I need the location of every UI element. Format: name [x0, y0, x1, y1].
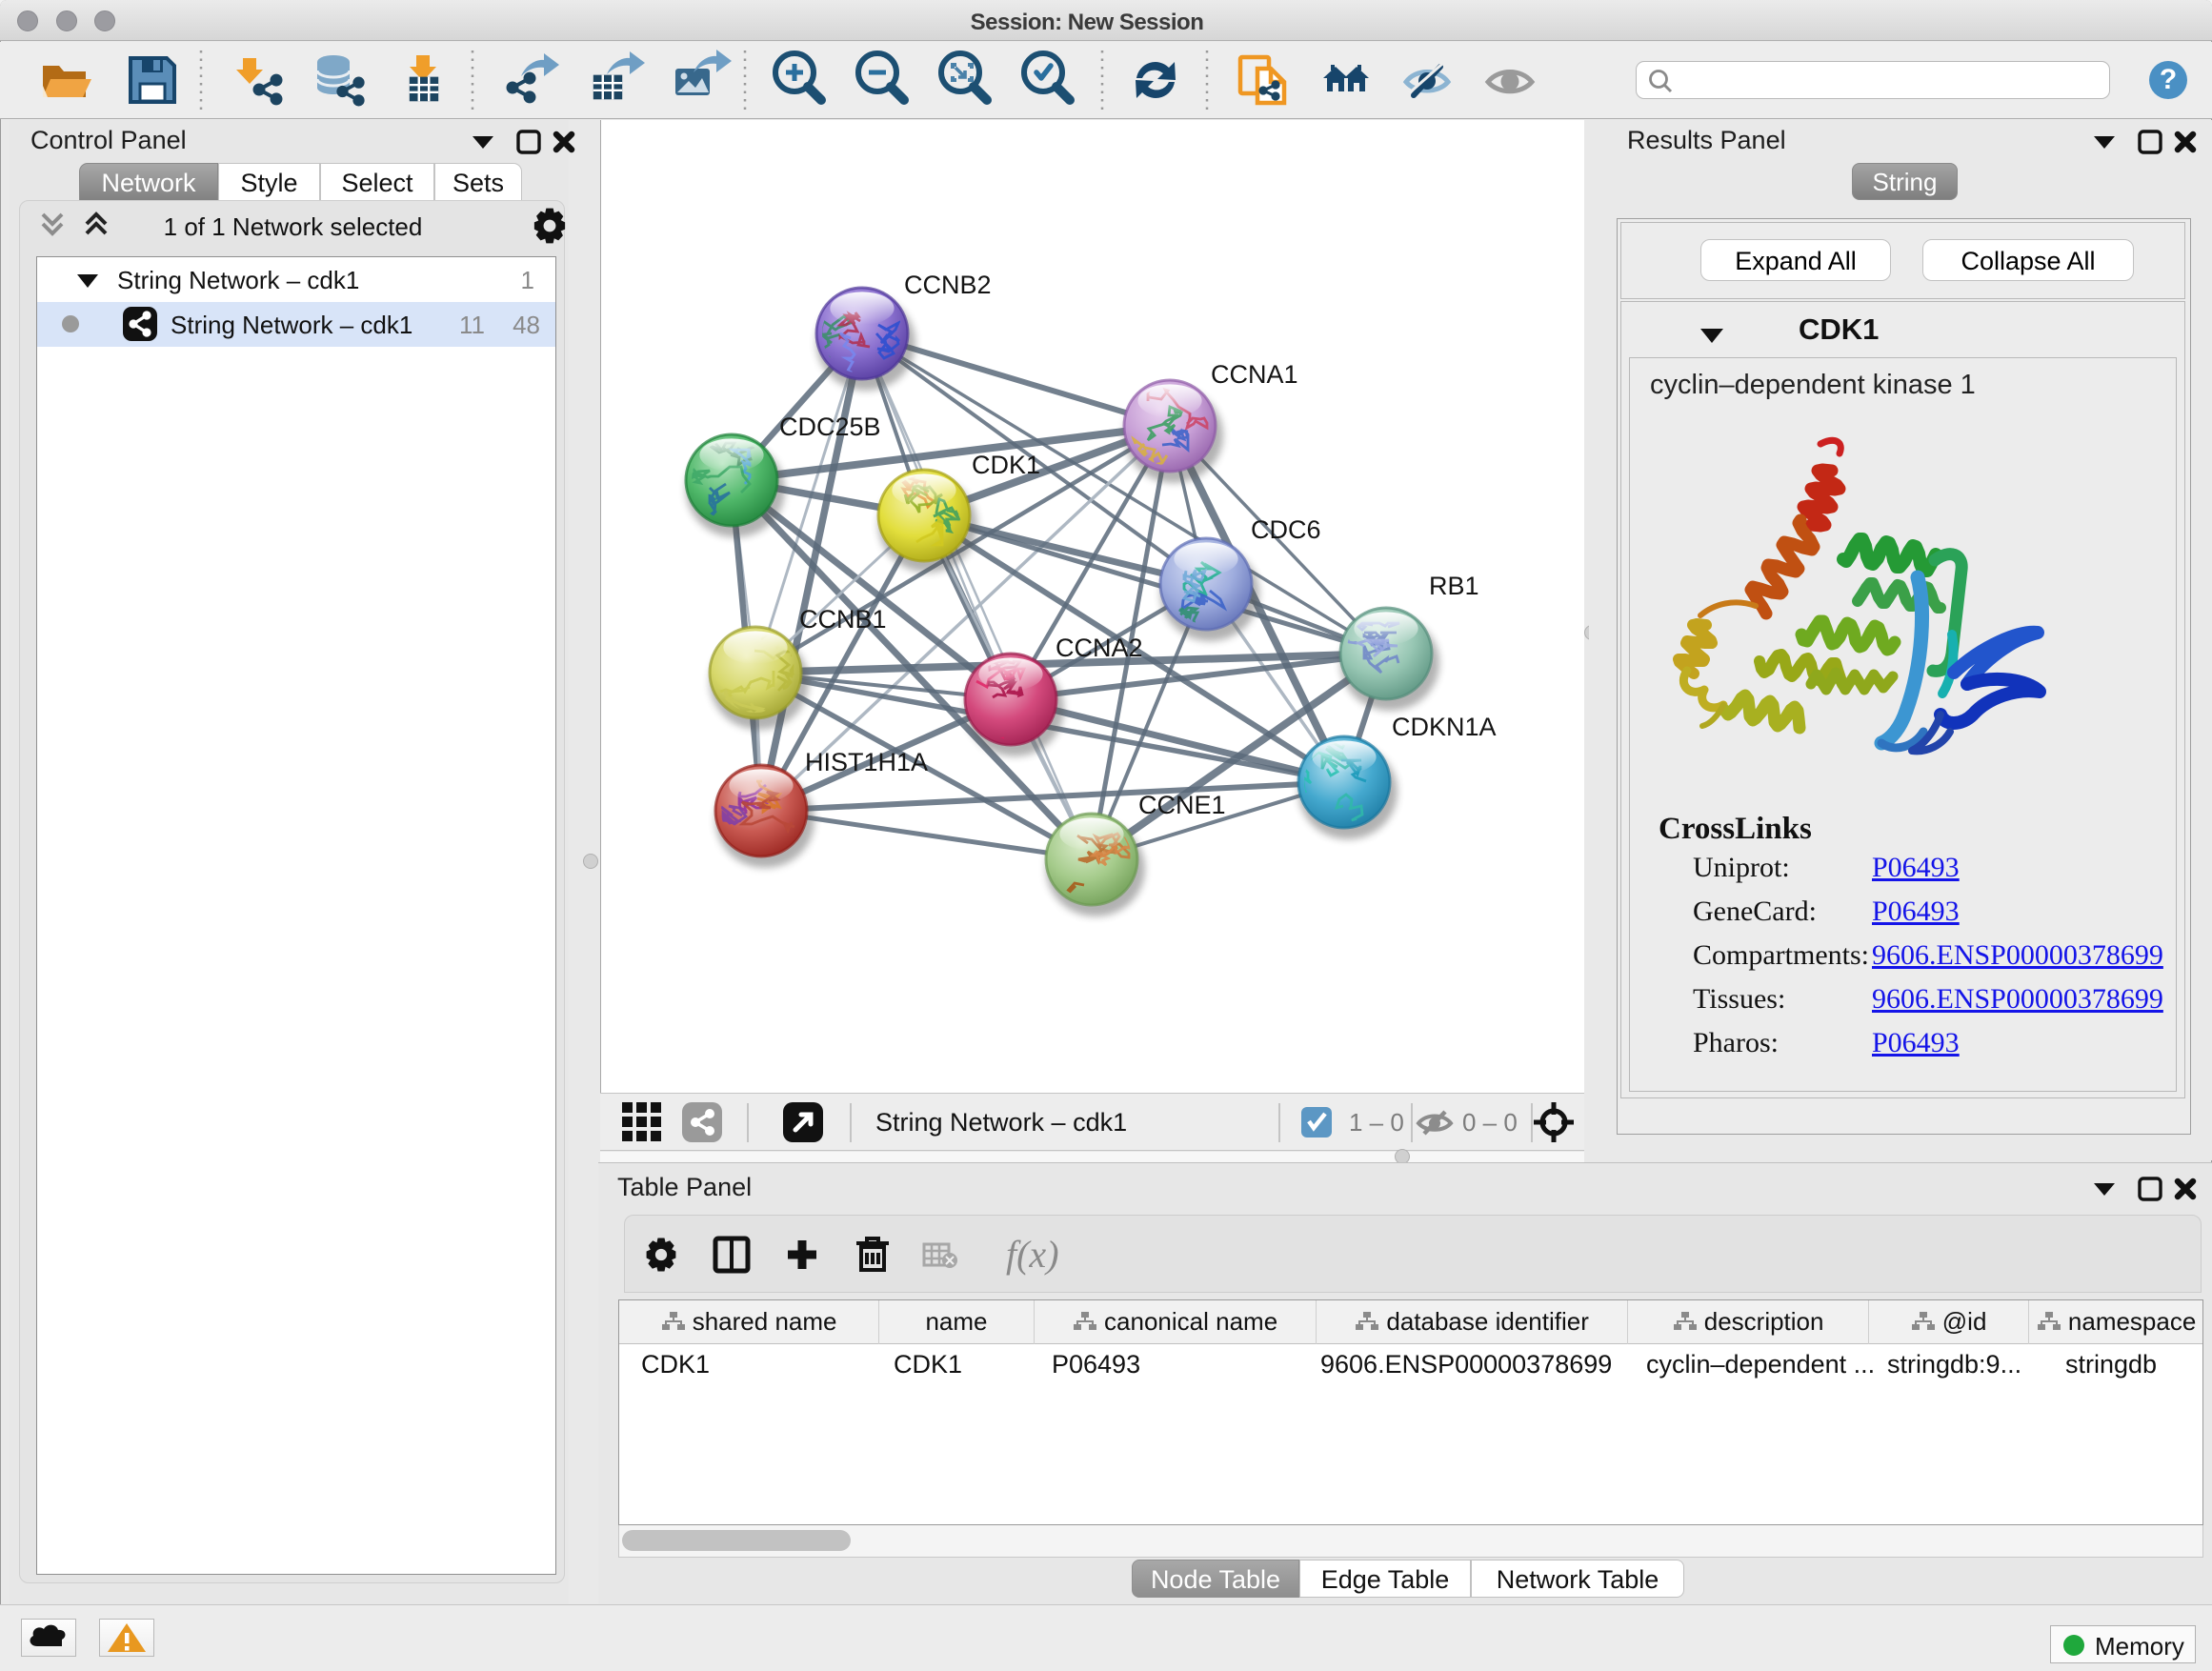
svg-text:CCNA2: CCNA2 [1056, 634, 1143, 662]
svg-text:RB1: RB1 [1429, 572, 1479, 600]
svg-text:HIST1H1A: HIST1H1A [805, 748, 928, 776]
svg-text:CDC25B: CDC25B [779, 413, 881, 441]
svg-text:CDC6: CDC6 [1251, 515, 1321, 544]
svg-text:CCNB1: CCNB1 [799, 605, 887, 634]
svg-text:CCNA1: CCNA1 [1211, 360, 1298, 389]
svg-text:1 – 0: 1 – 0 [1349, 1108, 1404, 1137]
svg-text:CDK1: CDK1 [972, 451, 1040, 479]
svg-text:f(x): f(x) [1006, 1233, 1059, 1276]
svg-text:CCNE1: CCNE1 [1138, 791, 1226, 819]
svg-text:CDKN1A: CDKN1A [1392, 713, 1497, 741]
svg-text:?: ? [2160, 64, 2177, 95]
svg-text:CCNB2: CCNB2 [904, 271, 992, 299]
svg-text:0 – 0: 0 – 0 [1462, 1108, 1518, 1137]
svg-text:String Network – cdk1: String Network – cdk1 [875, 1108, 1127, 1137]
